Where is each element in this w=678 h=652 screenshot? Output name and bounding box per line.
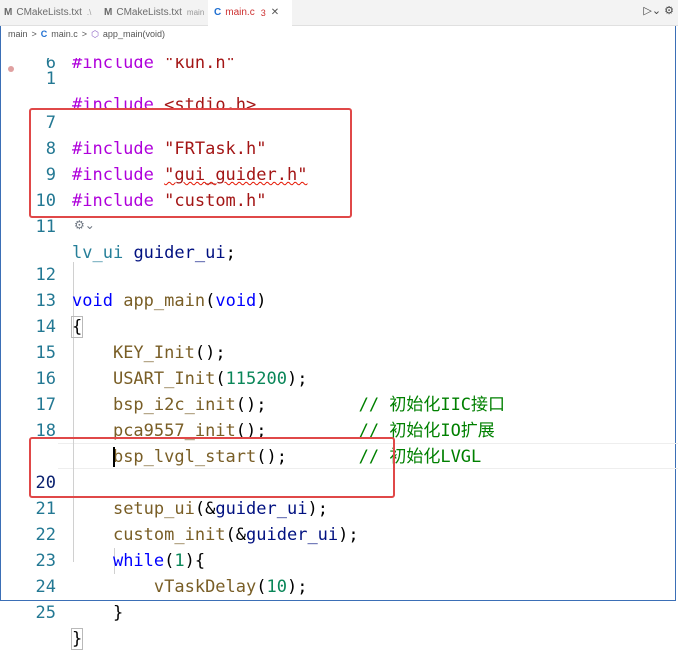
highlight-box [29, 437, 395, 498]
refactor-icon[interactable]: ⚙⌄ [74, 218, 95, 232]
code-text: } [112, 603, 124, 623]
code-line[interactable]: 24 } [0, 548, 678, 623]
tab-cmakelists-main[interactable]: M CMakeLists.txt main [104, 0, 204, 25]
code-text: } [70, 628, 84, 650]
chevron-right-icon: > [81, 29, 88, 39]
code-line[interactable]: 15 USART_Init(115200); [0, 314, 678, 389]
code-line[interactable]: 25 } [0, 574, 678, 650]
breadcrumb: main > C main.c > ⬡ app_main(void) [8, 27, 169, 41]
breadcrumb-symbol[interactable]: app_main(void) [103, 29, 165, 39]
code-line[interactable]: 6 #include "kun.h" [0, 58, 678, 76]
line-number: 6 [45, 58, 56, 73]
chevron-right-icon: > [31, 29, 37, 39]
code-line[interactable]: 22 while(1){ [0, 496, 678, 571]
code-line[interactable]: 16 bsp_i2c_init(); // 初始化IIC接口 [0, 340, 678, 415]
tab-detail: .\ [86, 8, 92, 17]
code-line[interactable]: 12 void app_main(void) [0, 236, 678, 311]
highlight-box [29, 108, 352, 218]
tab-label: CMakeLists.txt [16, 7, 82, 18]
c-file-icon: C [214, 7, 222, 18]
problem-count-badge: 3 [260, 7, 266, 18]
c-file-icon: C [40, 29, 48, 39]
code-line[interactable]: 18 bsp_lvgl_start(); // 初始化LVGL [0, 392, 678, 467]
tab-label: CMakeLists.txt [116, 7, 182, 18]
code-line[interactable]: 14 KEY_Init(); [0, 288, 678, 363]
code-line[interactable]: 17 pca9557_init(); // 初始化IO扩展 [0, 366, 678, 441]
tab-main-c[interactable]: C main.c 3 ✕ [208, 0, 292, 27]
cmake-file-icon: M [104, 7, 113, 18]
cmake-file-icon: M [4, 7, 13, 18]
tab-label: main.c [225, 7, 255, 18]
close-icon[interactable]: ✕ [271, 7, 279, 18]
code-text: #include "kun.h" [72, 58, 236, 73]
tab-bar: M CMakeLists.txt .\ M CMakeLists.txt mai… [0, 0, 678, 27]
code-line[interactable]: 23 vTaskDelay(10); [0, 522, 678, 597]
line-number: 25 [35, 603, 56, 623]
code-line[interactable]: 13 { [0, 262, 678, 338]
tab-cmakelists-root[interactable]: M CMakeLists.txt .\ [4, 0, 96, 25]
run-icon[interactable]: ▷⌄ ⚙ [643, 4, 674, 17]
function-symbol-icon: ⬡ [91, 28, 99, 39]
code-line[interactable]: 7 #include "FRTask.h" [0, 84, 678, 159]
breadcrumb-folder[interactable]: main [8, 29, 28, 39]
tab-detail: main [186, 8, 205, 17]
breadcrumb-file[interactable]: main.c [51, 29, 78, 39]
code-line[interactable]: 19 [0, 418, 678, 436]
